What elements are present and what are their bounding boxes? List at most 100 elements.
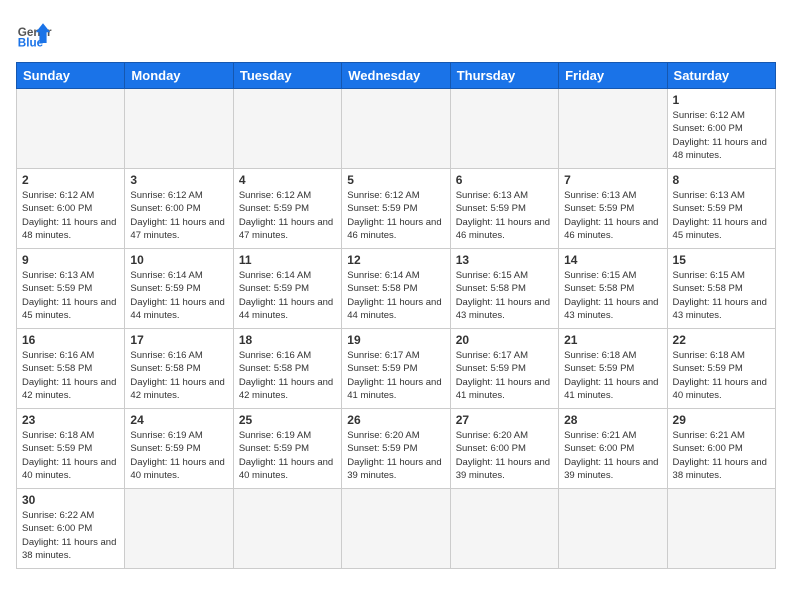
calendar-cell: 1 Sunrise: 6:12 AMSunset: 6:00 PMDaylight… (667, 89, 775, 169)
day-number: 28 (564, 413, 661, 427)
day-info: Sunrise: 6:14 AMSunset: 5:58 PMDaylight:… (347, 269, 444, 322)
day-info: Sunrise: 6:17 AMSunset: 5:59 PMDaylight:… (456, 349, 553, 402)
day-number: 8 (673, 173, 770, 187)
day-number: 17 (130, 333, 227, 347)
calendar-table: SundayMondayTuesdayWednesdayThursdayFrid… (16, 62, 776, 569)
calendar-cell (233, 489, 341, 569)
day-number: 23 (22, 413, 119, 427)
day-number: 9 (22, 253, 119, 267)
day-info: Sunrise: 6:21 AMSunset: 6:00 PMDaylight:… (564, 429, 661, 482)
day-number: 30 (22, 493, 119, 507)
calendar-week-2: 2Sunrise: 6:12 AMSunset: 6:00 PMDaylight… (17, 169, 776, 249)
day-info: Sunrise: 6:20 AMSunset: 5:59 PMDaylight:… (347, 429, 444, 482)
day-info: Sunrise: 6:18 AMSunset: 5:59 PMDaylight:… (564, 349, 661, 402)
calendar-cell (667, 489, 775, 569)
calendar-cell: 5 Sunrise: 6:12 AMSunset: 5:59 PMDaylight… (342, 169, 450, 249)
day-info: Sunrise: 6:13 AMSunset: 5:59 PMDaylight:… (564, 189, 661, 242)
calendar-cell: 11Sunrise: 6:14 AMSunset: 5:59 PMDayligh… (233, 249, 341, 329)
calendar-cell: 9Sunrise: 6:13 AMSunset: 5:59 PMDaylight… (17, 249, 125, 329)
calendar-cell: 8 Sunrise: 6:13 AMSunset: 5:59 PMDaylight… (667, 169, 775, 249)
day-info: Sunrise: 6:15 AMSunset: 5:58 PMDaylight:… (673, 269, 770, 322)
calendar-cell: 23 Sunrise: 6:18 AMSunset: 5:59 PMDayligh… (17, 409, 125, 489)
calendar-cell: 20 Sunrise: 6:17 AMSunset: 5:59 PMDayligh… (450, 329, 558, 409)
day-number: 1 (673, 93, 770, 107)
day-info: Sunrise: 6:15 AMSunset: 5:58 PMDaylight:… (564, 269, 661, 322)
calendar-body: 1 Sunrise: 6:12 AMSunset: 6:00 PMDaylight… (17, 89, 776, 569)
calendar-cell: 14 Sunrise: 6:15 AMSunset: 5:58 PMDayligh… (559, 249, 667, 329)
calendar-cell: 30 Sunrise: 6:22 AMSunset: 6:00 PMDayligh… (17, 489, 125, 569)
calendar-header-friday: Friday (559, 63, 667, 89)
day-info: Sunrise: 6:12 AMSunset: 5:59 PMDaylight:… (347, 189, 444, 242)
calendar-cell: 28 Sunrise: 6:21 AMSunset: 6:00 PMDayligh… (559, 409, 667, 489)
page-header: General Blue (16, 16, 776, 52)
day-number: 15 (673, 253, 770, 267)
calendar-cell (559, 89, 667, 169)
day-info: Sunrise: 6:18 AMSunset: 5:59 PMDaylight:… (22, 429, 119, 482)
day-number: 13 (456, 253, 553, 267)
calendar-cell: 16Sunrise: 6:16 AMSunset: 5:58 PMDayligh… (17, 329, 125, 409)
calendar-week-6: 30 Sunrise: 6:22 AMSunset: 6:00 PMDayligh… (17, 489, 776, 569)
calendar-cell: 2Sunrise: 6:12 AMSunset: 6:00 PMDaylight… (17, 169, 125, 249)
day-number: 10 (130, 253, 227, 267)
calendar-week-1: 1 Sunrise: 6:12 AMSunset: 6:00 PMDaylight… (17, 89, 776, 169)
calendar-header-row: SundayMondayTuesdayWednesdayThursdayFrid… (17, 63, 776, 89)
calendar-cell (125, 489, 233, 569)
logo-icon: General Blue (16, 16, 52, 52)
calendar-header-thursday: Thursday (450, 63, 558, 89)
day-info: Sunrise: 6:19 AMSunset: 5:59 PMDaylight:… (130, 429, 227, 482)
day-number: 20 (456, 333, 553, 347)
day-number: 6 (456, 173, 553, 187)
day-number: 22 (673, 333, 770, 347)
calendar-header-sunday: Sunday (17, 63, 125, 89)
calendar-cell (342, 89, 450, 169)
calendar-header-wednesday: Wednesday (342, 63, 450, 89)
day-info: Sunrise: 6:16 AMSunset: 5:58 PMDaylight:… (130, 349, 227, 402)
day-number: 29 (673, 413, 770, 427)
day-info: Sunrise: 6:14 AMSunset: 5:59 PMDaylight:… (239, 269, 336, 322)
calendar-header-tuesday: Tuesday (233, 63, 341, 89)
calendar-header-saturday: Saturday (667, 63, 775, 89)
day-number: 26 (347, 413, 444, 427)
calendar-cell (559, 489, 667, 569)
day-number: 25 (239, 413, 336, 427)
calendar-cell: 19 Sunrise: 6:17 AMSunset: 5:59 PMDayligh… (342, 329, 450, 409)
day-info: Sunrise: 6:19 AMSunset: 5:59 PMDaylight:… (239, 429, 336, 482)
day-number: 12 (347, 253, 444, 267)
day-number: 4 (239, 173, 336, 187)
calendar-week-3: 9Sunrise: 6:13 AMSunset: 5:59 PMDaylight… (17, 249, 776, 329)
calendar-cell: 4Sunrise: 6:12 AMSunset: 5:59 PMDaylight… (233, 169, 341, 249)
calendar-cell (450, 489, 558, 569)
day-number: 5 (347, 173, 444, 187)
calendar-week-5: 23 Sunrise: 6:18 AMSunset: 5:59 PMDayligh… (17, 409, 776, 489)
day-info: Sunrise: 6:13 AMSunset: 5:59 PMDaylight:… (673, 189, 770, 242)
calendar-cell: 7 Sunrise: 6:13 AMSunset: 5:59 PMDaylight… (559, 169, 667, 249)
day-number: 19 (347, 333, 444, 347)
calendar-cell: 18Sunrise: 6:16 AMSunset: 5:58 PMDayligh… (233, 329, 341, 409)
day-info: Sunrise: 6:16 AMSunset: 5:58 PMDaylight:… (239, 349, 336, 402)
calendar-cell: 24 Sunrise: 6:19 AMSunset: 5:59 PMDayligh… (125, 409, 233, 489)
day-info: Sunrise: 6:17 AMSunset: 5:59 PMDaylight:… (347, 349, 444, 402)
calendar-cell: 17 Sunrise: 6:16 AMSunset: 5:58 PMDayligh… (125, 329, 233, 409)
day-info: Sunrise: 6:12 AMSunset: 6:00 PMDaylight:… (673, 109, 770, 162)
calendar-cell: 12 Sunrise: 6:14 AMSunset: 5:58 PMDayligh… (342, 249, 450, 329)
calendar-cell: 6Sunrise: 6:13 AMSunset: 5:59 PMDaylight… (450, 169, 558, 249)
calendar-cell: 21 Sunrise: 6:18 AMSunset: 5:59 PMDayligh… (559, 329, 667, 409)
day-number: 21 (564, 333, 661, 347)
day-info: Sunrise: 6:16 AMSunset: 5:58 PMDaylight:… (22, 349, 119, 402)
calendar-cell: 3Sunrise: 6:12 AMSunset: 6:00 PMDaylight… (125, 169, 233, 249)
day-info: Sunrise: 6:22 AMSunset: 6:00 PMDaylight:… (22, 509, 119, 562)
calendar-cell: 22Sunrise: 6:18 AMSunset: 5:59 PMDayligh… (667, 329, 775, 409)
day-info: Sunrise: 6:12 AMSunset: 6:00 PMDaylight:… (130, 189, 227, 242)
day-number: 14 (564, 253, 661, 267)
day-number: 7 (564, 173, 661, 187)
calendar-cell: 29 Sunrise: 6:21 AMSunset: 6:00 PMDayligh… (667, 409, 775, 489)
day-number: 24 (130, 413, 227, 427)
day-info: Sunrise: 6:21 AMSunset: 6:00 PMDaylight:… (673, 429, 770, 482)
calendar-cell (342, 489, 450, 569)
calendar-header-monday: Monday (125, 63, 233, 89)
day-info: Sunrise: 6:12 AMSunset: 6:00 PMDaylight:… (22, 189, 119, 242)
calendar-cell (450, 89, 558, 169)
day-info: Sunrise: 6:14 AMSunset: 5:59 PMDaylight:… (130, 269, 227, 322)
calendar-cell: 27Sunrise: 6:20 AMSunset: 6:00 PMDayligh… (450, 409, 558, 489)
day-number: 27 (456, 413, 553, 427)
